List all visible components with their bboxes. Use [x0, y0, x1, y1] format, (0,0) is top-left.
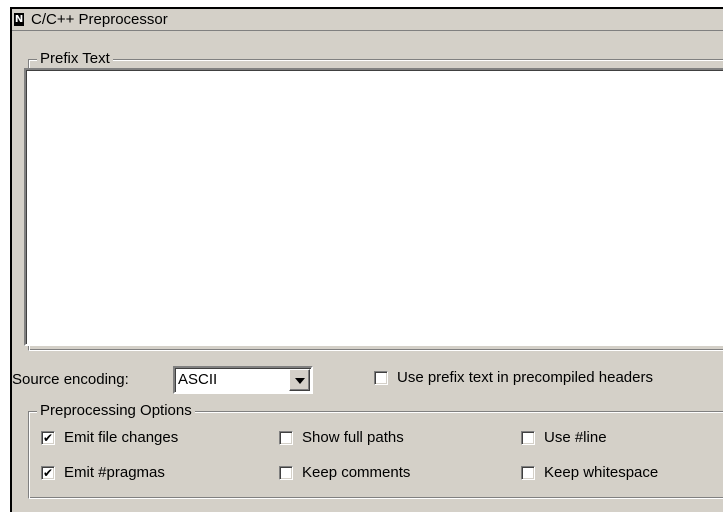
checkbox-label: Keep comments: [302, 464, 411, 481]
checkbox-box[interactable]: [279, 466, 293, 480]
source-encoding-select[interactable]: ASCII: [173, 366, 313, 394]
dropdown-button[interactable]: [289, 369, 310, 391]
preprocessing-options-legend: Preprocessing Options: [37, 402, 195, 420]
checkbox-box[interactable]: [521, 466, 535, 480]
preprocessor-panel: N C/C++ Preprocessor Prefix Text Source …: [10, 7, 723, 512]
checkbox-box[interactable]: [279, 431, 293, 445]
preprocessing-options-group: Preprocessing Options: [28, 402, 723, 499]
panel-icon: N: [14, 13, 24, 26]
checkbox-label: Use #line: [544, 429, 607, 446]
source-encoding-label: Source encoding:: [12, 371, 129, 388]
panel-header: N C/C++ Preprocessor: [12, 9, 723, 31]
checkbox-box[interactable]: ✔: [41, 431, 55, 445]
prefix-text-legend: Prefix Text: [37, 50, 113, 68]
checkbox-label: Emit file changes: [64, 429, 179, 446]
chevron-down-icon: [295, 378, 305, 384]
panel-title: C/C++ Preprocessor: [31, 11, 168, 28]
checkbox-label: Show full paths: [302, 429, 404, 446]
checkbox-box[interactable]: ✔: [41, 466, 55, 480]
checkbox-label: Use prefix text in precompiled headers: [397, 369, 653, 386]
source-encoding-value: ASCII: [178, 371, 218, 388]
prefix-text-input[interactable]: [24, 68, 723, 346]
checkbox-label: Keep whitespace: [544, 464, 659, 481]
checkbox-box[interactable]: [374, 371, 388, 385]
checkbox-label: Emit #pragmas: [64, 464, 165, 481]
checkbox-box[interactable]: [521, 431, 535, 445]
